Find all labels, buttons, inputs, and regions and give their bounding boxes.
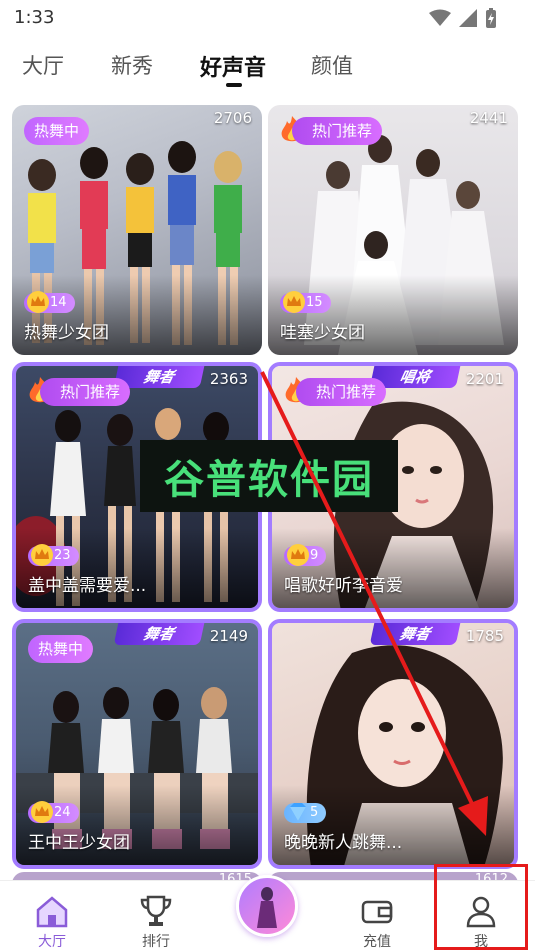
viewer-count: 2706 [213, 109, 252, 127]
level-badge: 15 [280, 291, 331, 313]
viewer-count: 2149 [209, 627, 248, 645]
level-badge: 5 [284, 803, 327, 823]
nav-item-hall[interactable]: 大厅 [12, 881, 92, 951]
level-badge: 14 [24, 291, 75, 313]
crown-icon [31, 544, 53, 566]
home-icon [36, 896, 68, 928]
level-badge: 24 [28, 801, 79, 823]
status-badge: 热门推荐 [296, 378, 387, 406]
crown-icon [27, 291, 49, 313]
signal-icon [459, 9, 477, 27]
go-live-button[interactable] [236, 875, 298, 937]
trophy-icon [140, 895, 172, 926]
category-tabs: 大厅 新秀 好声音 颜值 [0, 50, 535, 94]
role-tag: 舞者 [369, 623, 461, 645]
live-room-card[interactable]: 舞者 1785 5 晚晚新人跳舞... [268, 619, 518, 869]
crown-icon [283, 291, 305, 313]
viewer-count: 2363 [209, 370, 248, 388]
nav-label: 大厅 [38, 934, 66, 950]
level-value: 15 [306, 295, 323, 310]
wallet-icon [361, 900, 393, 924]
tab-looks[interactable]: 颜值 [311, 50, 353, 80]
card-shade [12, 275, 262, 355]
status-time: 1:33 [14, 7, 55, 28]
viewer-count: 2441 [469, 109, 508, 127]
level-value: 5 [310, 805, 319, 820]
card-shade [272, 785, 514, 865]
room-title: 热舞少女团 [24, 323, 109, 343]
card-shade [272, 528, 514, 608]
diamond-icon [290, 803, 306, 821]
tab-newcomer[interactable]: 新秀 [111, 50, 153, 80]
live-room-card[interactable]: 舞者 热舞中 2149 24 王中王少女团 [12, 619, 262, 869]
level-value: 24 [54, 805, 71, 820]
level-value: 14 [50, 295, 67, 310]
wifi-icon [429, 9, 451, 26]
level-badge: 9 [284, 544, 327, 566]
nav-label: 充值 [363, 934, 391, 950]
watermark-text: 谷普软件园 [164, 457, 374, 503]
live-center-icon [257, 887, 277, 928]
room-title: 王中王少女团 [28, 833, 130, 853]
role-tag: 舞者 [113, 623, 205, 645]
tab-good-voice[interactable]: 好声音 [200, 50, 266, 82]
level-value: 9 [310, 548, 319, 563]
card-shade [16, 785, 258, 865]
crown-icon [31, 801, 53, 823]
room-title: 晚晚新人跳舞... [284, 833, 403, 853]
card-shade [268, 275, 518, 355]
level-value: 23 [54, 548, 71, 563]
highlight-box [434, 864, 528, 950]
card-shade [16, 528, 258, 608]
battery-charging-icon [486, 8, 496, 28]
crown-icon [287, 544, 309, 566]
room-title: 盖中盖需要爱... [28, 576, 147, 596]
live-room-card[interactable]: 热门推荐 2441 15 哇塞少女团 [268, 105, 518, 355]
room-title: 唱歌好听李音爱 [284, 576, 403, 596]
room-title: 哇塞少女团 [280, 323, 365, 343]
nav-label: 排行 [142, 934, 170, 950]
viewer-count: 1785 [465, 627, 504, 645]
status-badge: 热舞中 [24, 117, 90, 145]
live-room-card[interactable]: 热舞中 2706 14 热舞少女团 [12, 105, 262, 355]
status-icons [429, 8, 497, 28]
watermark: 谷普软件园 [140, 440, 398, 512]
nav-item-ranking[interactable]: 排行 [116, 881, 196, 951]
tab-hall[interactable]: 大厅 [22, 50, 64, 80]
nav-item-recharge[interactable]: 充值 [337, 881, 417, 951]
viewer-count: 2201 [465, 370, 504, 388]
status-badge: 热舞中 [28, 635, 94, 663]
status-bar: 1:33 [0, 0, 535, 36]
tab-indicator [226, 83, 242, 87]
status-badge: 热门推荐 [40, 378, 131, 406]
level-badge: 23 [28, 544, 79, 566]
status-badge: 热门推荐 [292, 117, 383, 145]
